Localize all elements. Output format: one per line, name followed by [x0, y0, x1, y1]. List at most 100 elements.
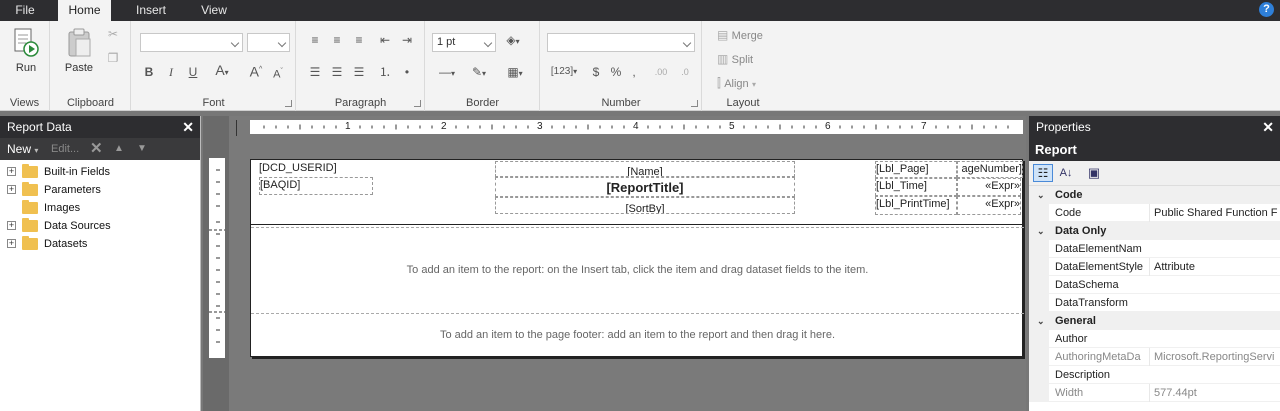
categorized-icon[interactable]: ☷: [1033, 164, 1053, 182]
expand-icon[interactable]: +: [7, 221, 16, 230]
placeholder-styles-icon[interactable]: [123]▾: [549, 65, 579, 79]
sort-by-textbox[interactable]: [SortBy]: [495, 197, 795, 214]
run-button[interactable]: Run: [8, 27, 44, 79]
property-row[interactable]: DataElementNam: [1029, 240, 1280, 258]
paste-button[interactable]: Paste: [59, 27, 99, 79]
fill-color-icon[interactable]: ◈▾: [502, 33, 524, 49]
category-general[interactable]: ⌄ General: [1029, 312, 1280, 330]
split-button[interactable]: ▥ Split: [717, 52, 781, 67]
border-width-select[interactable]: 1 pt: [432, 33, 496, 52]
shrink-font-icon[interactable]: Aˇ: [270, 65, 286, 82]
border-color-icon[interactable]: ✎▾: [466, 65, 492, 81]
expand-icon[interactable]: +: [7, 167, 16, 176]
close-icon[interactable]: ✕: [1262, 116, 1274, 138]
tree-item-data-sources[interactable]: + Data Sources: [0, 217, 200, 235]
italic-icon[interactable]: I: [164, 65, 178, 79]
align-right-icon[interactable]: ☰: [351, 65, 367, 79]
expand-icon[interactable]: +: [7, 239, 16, 248]
report-page[interactable]: [DCD_USERID] [BAQID] [Name] [ReportTitle…: [250, 159, 1024, 357]
baqid-textbox[interactable]: [BAQID]: [259, 177, 373, 195]
property-row[interactable]: Width 577.44pt: [1029, 384, 1280, 402]
bold-icon[interactable]: B: [142, 65, 156, 79]
property-row[interactable]: DataTransform: [1029, 294, 1280, 312]
alphabetical-icon[interactable]: A↓: [1056, 164, 1076, 182]
print-time-expr-textbox[interactable]: «Expr»: [957, 196, 1021, 215]
expand-icon[interactable]: +: [7, 185, 16, 194]
name-textbox[interactable]: [Name]: [495, 161, 795, 177]
font-color-icon[interactable]: A▾: [212, 63, 232, 80]
properties-pane: Properties ✕ Report ☷ A↓ ▣ ⌄ Code Code Pub…: [1029, 116, 1280, 411]
increase-indent-icon[interactable]: ⇥: [399, 33, 415, 47]
property-row[interactable]: Description: [1029, 366, 1280, 384]
cut-icon[interactable]: ✂: [105, 27, 121, 41]
property-name: DataElementStyle: [1055, 261, 1144, 273]
tab-file[interactable]: File: [0, 0, 50, 21]
increase-decimal-icon[interactable]: .00: [651, 65, 671, 79]
number-format-select[interactable]: [547, 33, 695, 52]
tree-item-images[interactable]: Images: [0, 199, 200, 217]
numbered-list-icon[interactable]: ⒈: [377, 65, 393, 79]
align-middle-icon[interactable]: ≡: [329, 33, 345, 47]
move-up-icon[interactable]: ▲: [114, 138, 124, 160]
tab-home[interactable]: Home: [58, 0, 111, 21]
property-row[interactable]: Code Public Shared Function F: [1029, 204, 1280, 222]
collapse-icon[interactable]: ⌄: [1037, 312, 1045, 330]
property-value[interactable]: 577.44pt: [1149, 384, 1280, 402]
move-down-icon[interactable]: ▼: [137, 138, 147, 160]
comma-style-icon[interactable]: ,: [627, 65, 641, 79]
category-data-only[interactable]: ⌄ Data Only: [1029, 222, 1280, 240]
align-bottom-icon[interactable]: ≡: [351, 33, 367, 47]
help-icon[interactable]: ?: [1259, 2, 1274, 17]
tree-item-parameters[interactable]: + Parameters: [0, 181, 200, 199]
align-button[interactable]: ⫿ Align ▾: [717, 76, 781, 92]
copy-icon[interactable]: ❐: [105, 51, 121, 65]
collapse-icon[interactable]: ⌄: [1037, 222, 1045, 240]
percent-icon[interactable]: %: [609, 65, 623, 79]
category-code[interactable]: ⌄ Code: [1029, 186, 1280, 204]
property-value[interactable]: Public Shared Function F: [1149, 204, 1280, 222]
time-expr-textbox[interactable]: «Expr»: [957, 178, 1021, 196]
property-row[interactable]: DataElementStyle Attribute: [1029, 258, 1280, 276]
font-family-select[interactable]: [140, 33, 243, 52]
lbl-print-time-textbox[interactable]: [Lbl_PrintTime]: [875, 196, 957, 215]
bullet-list-icon[interactable]: •: [399, 65, 415, 79]
dcd-userid-textbox[interactable]: [DCD_USERID]: [259, 161, 377, 177]
font-launcher-icon[interactable]: [285, 100, 292, 107]
property-value[interactable]: Microsoft.ReportingServi: [1149, 348, 1280, 366]
new-button[interactable]: New ▾: [7, 138, 38, 162]
underline-icon[interactable]: U: [186, 65, 200, 79]
body-hint-text: To add an item to the report: on the Ins…: [406, 264, 869, 276]
report-title-textbox[interactable]: [ReportTitle]: [495, 177, 795, 197]
decrease-decimal-icon[interactable]: .0: [675, 65, 695, 79]
property-row[interactable]: AuthoringMetaDa Microsoft.ReportingServi: [1029, 348, 1280, 366]
ruler-number: 6: [825, 121, 831, 132]
tree-item-datasets[interactable]: + Datasets: [0, 235, 200, 253]
lbl-page-textbox[interactable]: [Lbl_Page]: [875, 161, 957, 178]
delete-icon[interactable]: ✕: [90, 138, 103, 160]
align-center-icon[interactable]: ☰: [329, 65, 345, 79]
tab-insert[interactable]: Insert: [124, 0, 178, 21]
grow-font-icon[interactable]: A^: [248, 63, 264, 79]
tree-item-built-in-fields[interactable]: + Built-in Fields: [0, 163, 200, 181]
border-style-icon[interactable]: —▾: [434, 65, 460, 81]
currency-icon[interactable]: $: [589, 65, 603, 79]
align-left-icon[interactable]: ☰: [307, 65, 323, 79]
edit-button[interactable]: Edit...: [51, 138, 79, 160]
font-size-select[interactable]: [247, 33, 290, 52]
property-value[interactable]: Attribute: [1149, 258, 1280, 276]
paragraph-launcher-icon[interactable]: [414, 100, 421, 107]
tab-view[interactable]: View: [192, 0, 236, 21]
close-icon[interactable]: ✕: [182, 116, 194, 138]
merge-button[interactable]: ▤ Merge: [717, 28, 781, 43]
property-pages-icon[interactable]: ▣: [1084, 164, 1104, 182]
property-row[interactable]: Author: [1029, 330, 1280, 348]
collapse-icon[interactable]: ⌄: [1037, 186, 1045, 204]
design-surface[interactable]: 1 2 3 4 5 6 7 [DCD_USERID] [BAQID] [Name] [Rep…: [203, 116, 1026, 411]
decrease-indent-icon[interactable]: ⇤: [377, 33, 393, 47]
number-launcher-icon[interactable]: [691, 100, 698, 107]
borders-icon[interactable]: ▦▾: [502, 65, 528, 81]
page-number-textbox[interactable]: ageNumber]: [957, 161, 1023, 178]
lbl-time-textbox[interactable]: [Lbl_Time]: [875, 178, 957, 196]
property-row[interactable]: DataSchema: [1029, 276, 1280, 294]
align-top-icon[interactable]: ≡: [307, 33, 323, 47]
